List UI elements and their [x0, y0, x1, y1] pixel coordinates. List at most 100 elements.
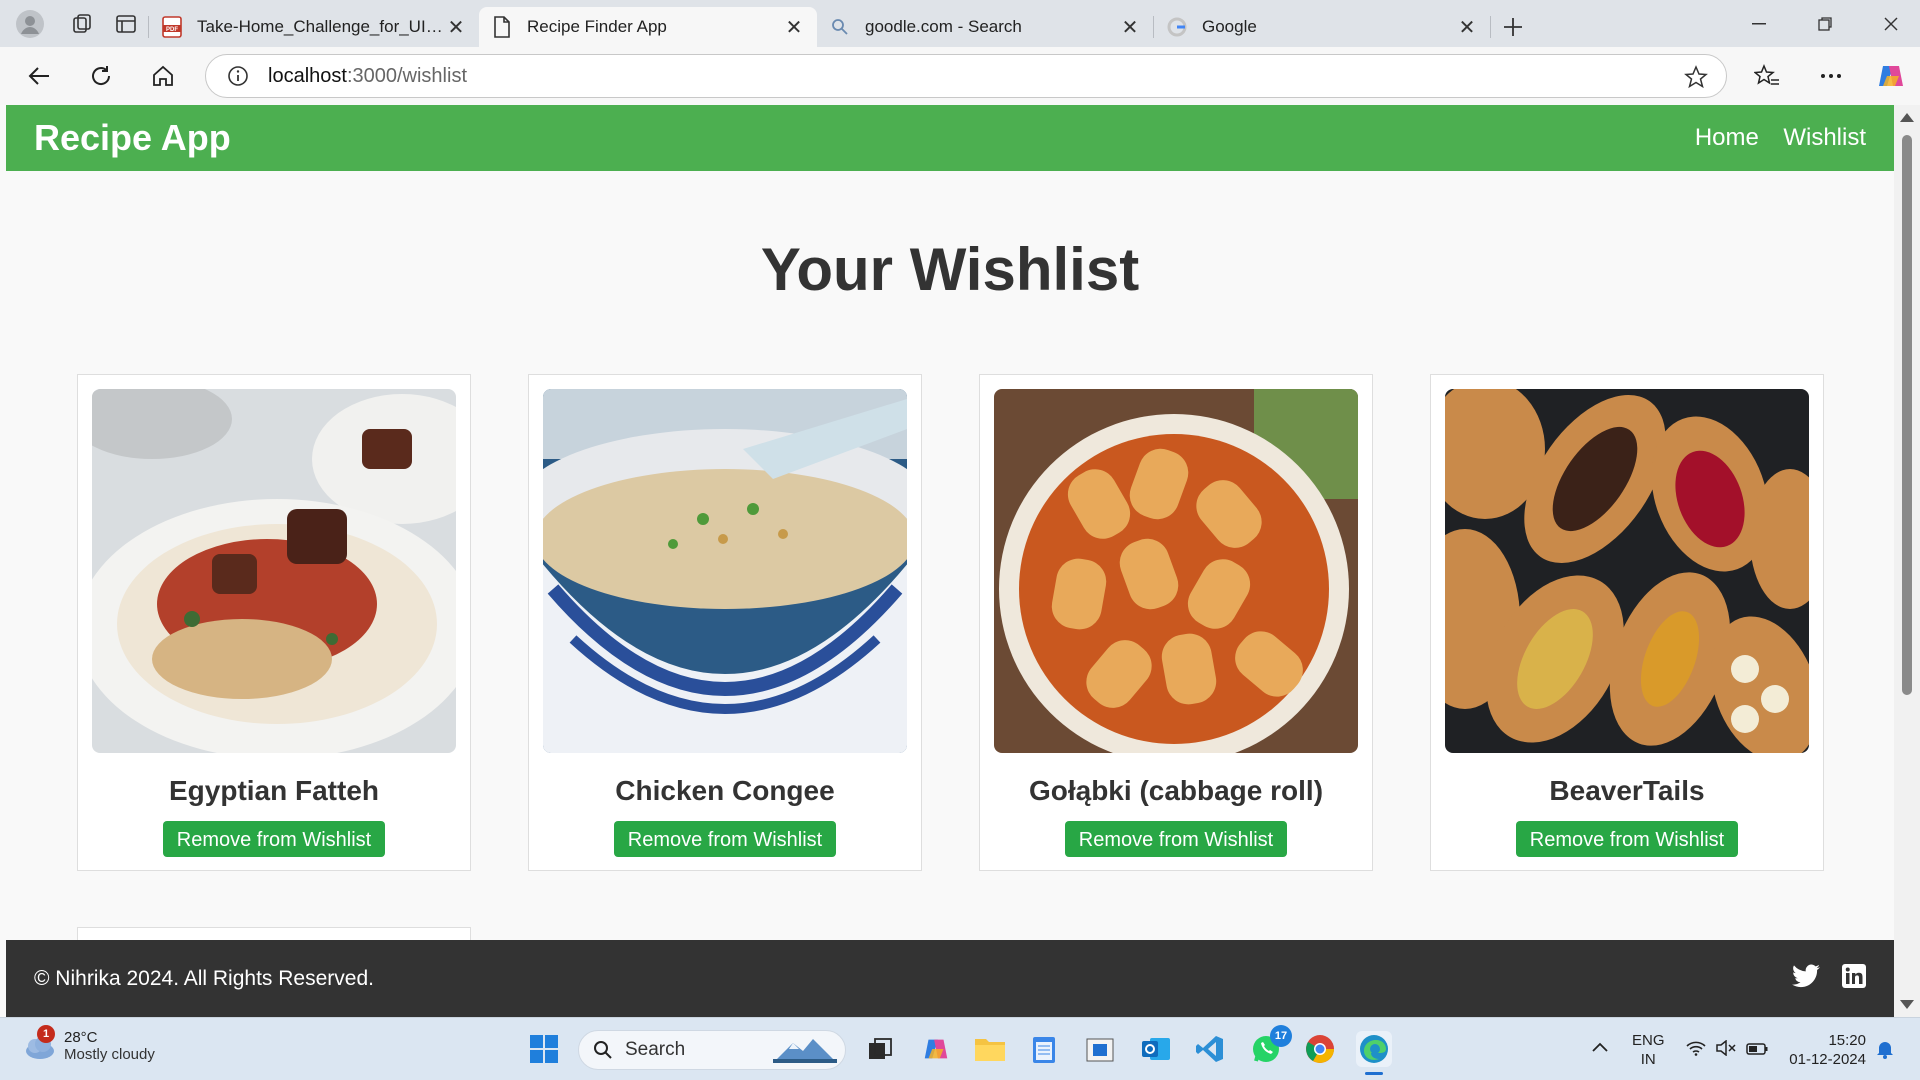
tab-title: Take-Home_Challenge_for_UI_(1)_ [197, 17, 445, 36]
social-links [1792, 963, 1866, 994]
nav-wishlist-link[interactable]: Wishlist [1783, 124, 1866, 151]
copilot-button[interactable] [1860, 47, 1920, 105]
outlook-button[interactable] [1138, 1031, 1174, 1067]
recipe-image-congee [543, 389, 907, 753]
refresh-button[interactable] [70, 47, 132, 105]
clock-time: 15:20 [1828, 1032, 1866, 1049]
tab-title: Google [1202, 17, 1257, 36]
back-arrow-icon [28, 67, 49, 85]
outlook-icon [1142, 1038, 1170, 1060]
profile-button[interactable] [0, 0, 60, 47]
vertical-tabs-icon [116, 14, 136, 33]
svg-text:PDF: PDF [166, 27, 178, 33]
recipe-image-golabki [994, 389, 1358, 753]
tab-search[interactable]: goodle.com - Search ✕ [817, 7, 1153, 47]
tab-actions-button[interactable] [104, 0, 148, 47]
weather-temperature: 28°C [64, 1029, 98, 1046]
tab-google[interactable]: Google ✕ [1154, 7, 1490, 47]
weather-condition: Mostly cloudy [64, 1046, 155, 1063]
remove-from-wishlist-button[interactable]: Remove from Wishlist [1515, 821, 1739, 857]
wifi-icon[interactable] [1686, 1040, 1706, 1061]
home-icon [153, 65, 173, 86]
chrome-button[interactable] [1302, 1031, 1338, 1067]
vscode-button[interactable] [1192, 1031, 1228, 1067]
page-scrollbar[interactable] [1894, 105, 1920, 1017]
close-tab-icon[interactable]: ✕ [445, 15, 467, 40]
recipe-name: Egyptian Fatteh [168, 775, 379, 806]
close-tab-icon[interactable]: ✕ [783, 15, 805, 40]
favorite-star-icon[interactable] [1684, 65, 1708, 95]
taskbar-search-box[interactable]: Search [578, 1030, 846, 1070]
language-indicator[interactable]: ENG IN [1632, 1031, 1665, 1069]
site-footer: © Nihrika 2024. All Rights Reserved. [6, 940, 1894, 1017]
recipe-name: Chicken Congee [615, 775, 835, 806]
clock[interactable]: 15:20 01-12-2024 [1786, 1031, 1866, 1069]
twitter-icon[interactable] [1792, 963, 1820, 994]
linkedin-icon[interactable] [1842, 963, 1866, 994]
search-icon [829, 16, 851, 38]
notifications-bell-icon[interactable] [1876, 1039, 1894, 1064]
workspaces-icon [73, 13, 91, 33]
page-title: Your Wishlist [760, 236, 1140, 303]
store-button[interactable] [1082, 1031, 1118, 1067]
site-header: Recipe App Home Wishlist [6, 105, 1894, 171]
battery-icon[interactable] [1746, 1041, 1768, 1060]
recipe-card: Chicken Congee Remove from Wishlist [528, 374, 922, 871]
plus-icon [1504, 18, 1522, 36]
scroll-up-arrow[interactable] [1900, 113, 1914, 122]
language-code: ENG [1632, 1032, 1665, 1049]
pdf-icon: PDF [161, 16, 183, 38]
new-tab-button[interactable] [1491, 7, 1535, 47]
brand-logo[interactable]: Recipe App [34, 117, 231, 159]
vscode-icon [1196, 1036, 1223, 1062]
edge-icon [1360, 1035, 1388, 1063]
workspaces-button[interactable] [60, 0, 104, 47]
windows-logo-icon [530, 1035, 558, 1063]
whatsapp-button[interactable]: 17 [1248, 1025, 1292, 1067]
remove-from-wishlist-button[interactable]: Remove from Wishlist [1064, 821, 1288, 857]
tab-pdf[interactable]: PDF Take-Home_Challenge_for_UI_(1)_ ✕ [149, 7, 479, 47]
notepad-button[interactable] [1026, 1031, 1062, 1067]
page-icon [491, 16, 513, 38]
profile-icon [16, 9, 44, 38]
tab-strip: PDF Take-Home_Challenge_for_UI_(1)_ ✕ Re… [0, 0, 1920, 47]
minimize-button[interactable] [1726, 0, 1792, 47]
restore-button[interactable] [1792, 0, 1858, 47]
favorites-list-icon [1754, 64, 1779, 85]
start-button[interactable] [526, 1031, 562, 1067]
info-icon[interactable] [226, 64, 250, 88]
address-bar[interactable]: localhost:3000/wishlist [205, 54, 1727, 98]
footer-copyright: © Nihrika 2024. All Rights Reserved. [34, 966, 374, 990]
home-button[interactable] [132, 47, 194, 105]
close-tab-icon[interactable]: ✕ [1456, 15, 1478, 40]
file-explorer-button[interactable] [972, 1031, 1008, 1067]
search-highlight-icon [773, 1039, 837, 1063]
scroll-down-arrow[interactable] [1900, 1000, 1914, 1009]
close-tab-icon[interactable]: ✕ [1119, 15, 1141, 40]
store-icon [1086, 1038, 1114, 1062]
task-view-button[interactable] [862, 1031, 898, 1067]
copilot-taskbar-button[interactable] [918, 1031, 954, 1067]
favorites-button[interactable] [1736, 47, 1798, 105]
more-options-button[interactable] [1800, 47, 1862, 105]
recipe-image-beavertails [1445, 389, 1809, 753]
windows-taskbar: 28°C Mostly cloudy 1 Search 17 ENG IN 15… [0, 1017, 1920, 1080]
url-host: localhost [268, 64, 347, 87]
active-app-indicator [1365, 1072, 1383, 1075]
tab-recipe-finder[interactable]: Recipe Finder App ✕ [479, 7, 817, 47]
nav-home-link[interactable]: Home [1695, 124, 1759, 151]
edge-button[interactable] [1356, 1031, 1392, 1075]
task-view-icon [869, 1038, 892, 1059]
back-button[interactable] [8, 47, 70, 105]
volume-muted-icon[interactable] [1716, 1039, 1736, 1061]
refresh-icon [92, 66, 111, 85]
show-hidden-icons-button[interactable] [1592, 1038, 1608, 1057]
chevron-up-icon [1592, 1042, 1608, 1052]
clock-date: 01-12-2024 [1789, 1051, 1866, 1068]
scroll-thumb[interactable] [1902, 135, 1912, 695]
close-window-button[interactable] [1858, 0, 1920, 47]
remove-from-wishlist-button[interactable]: Remove from Wishlist [613, 821, 837, 857]
weather-widget[interactable]: 28°C Mostly cloudy 1 [22, 1025, 155, 1063]
remove-from-wishlist-button[interactable]: Remove from Wishlist [162, 821, 386, 857]
browser-toolbar: localhost:3000/wishlist [0, 47, 1920, 105]
